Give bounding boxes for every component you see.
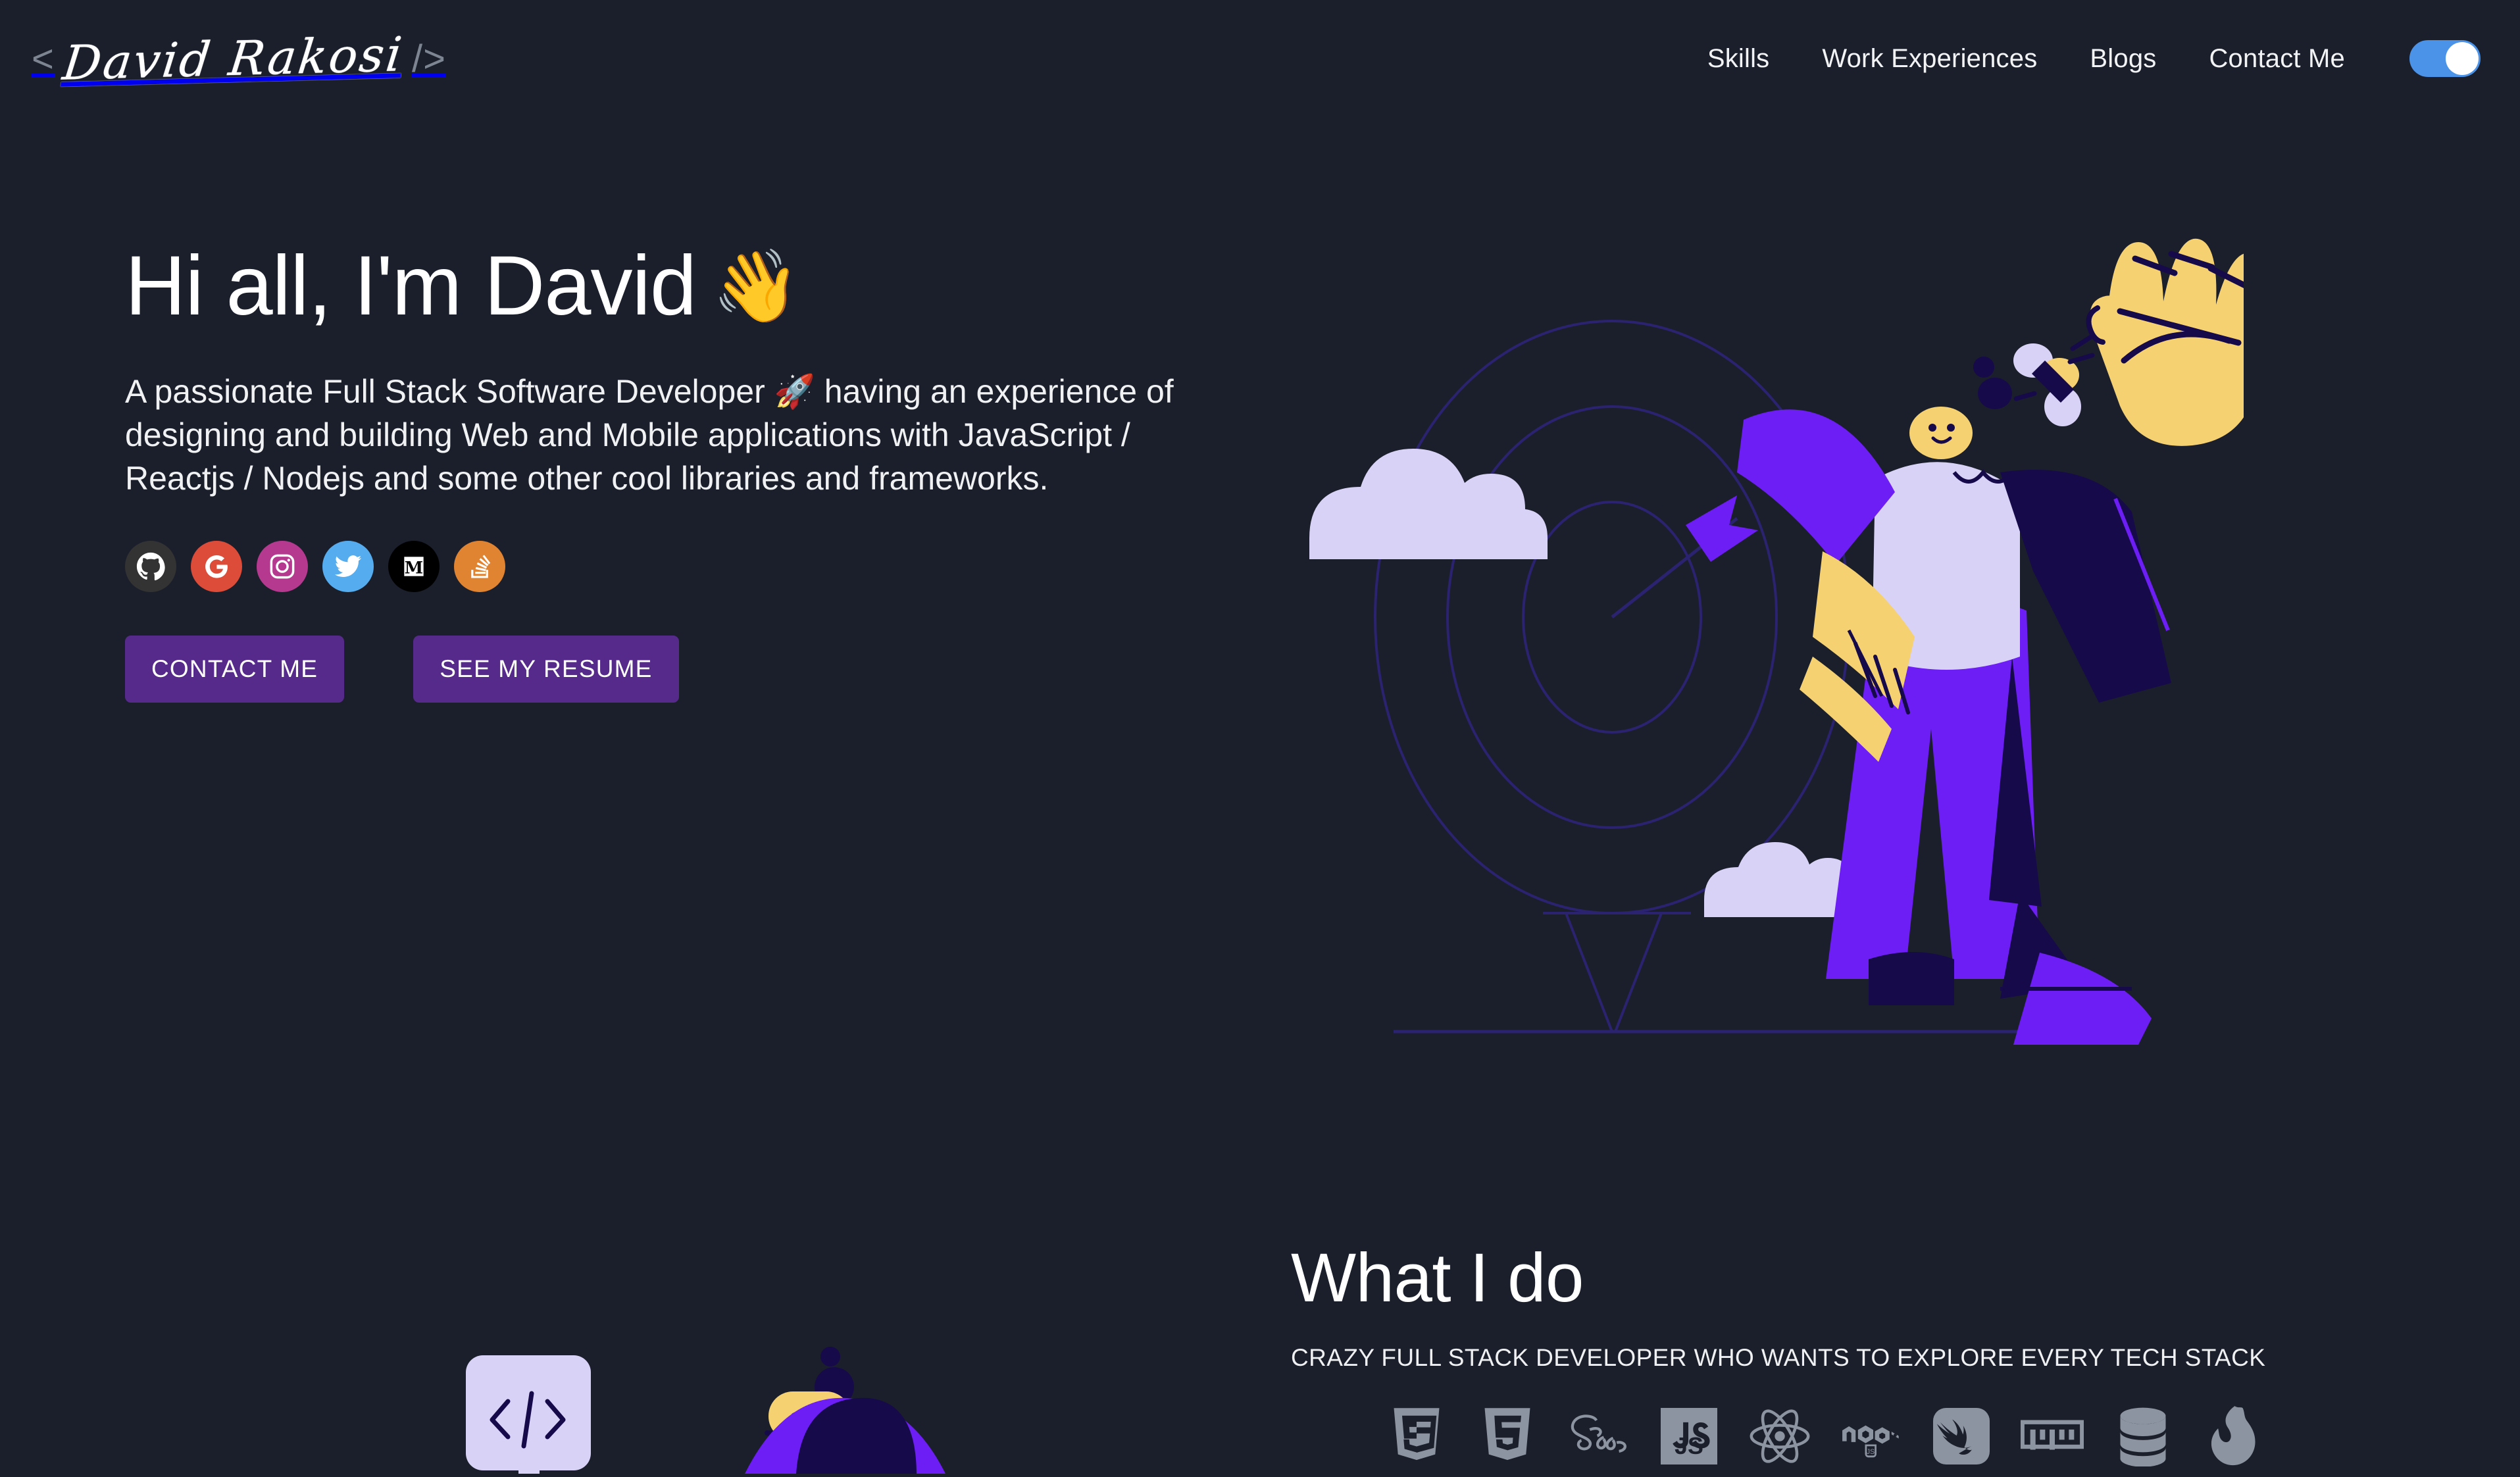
svg-text:M: M	[405, 559, 423, 578]
google-icon	[201, 551, 232, 582]
svg-text:JS: JS	[1867, 1448, 1875, 1456]
what-i-do-title: What I do	[1291, 1239, 1584, 1316]
database-icon	[2111, 1405, 2175, 1468]
waving-hand-icon: 👋	[712, 245, 800, 326]
html5-icon	[1385, 1405, 1448, 1468]
social-link-github[interactable]	[125, 541, 176, 593]
nav-item-skills[interactable]: Skills	[1681, 38, 1796, 80]
hero-cta-row: CONTACT ME SEE MY RESUME	[125, 636, 1283, 703]
javascript-icon: JS	[1657, 1405, 1721, 1468]
github-icon	[136, 552, 165, 581]
navbar-right-group: Skills Work Experiences Blogs Contact Me	[1681, 38, 2481, 80]
logo-open-bracket: <	[32, 37, 55, 80]
react-icon	[1748, 1405, 1811, 1468]
site-logo[interactable]: < David Rakosi />	[26, 26, 446, 90]
nav-item-work-experiences[interactable]: Work Experiences	[1796, 38, 2063, 80]
svg-text:JS: JS	[1675, 1433, 1703, 1459]
social-links-row: M	[125, 541, 1283, 593]
social-link-twitter[interactable]	[322, 541, 374, 593]
nav-link-contact-me[interactable]: Contact Me	[2182, 38, 2371, 80]
toggle-knob-icon	[2446, 42, 2479, 75]
theme-toggle-switch[interactable]	[2409, 40, 2481, 77]
medium-icon: M	[399, 552, 428, 581]
css3-icon	[1476, 1405, 1539, 1468]
logo-signature-text: David Rakosi	[60, 26, 407, 91]
hero-illustration	[1283, 196, 2266, 1051]
social-link-google[interactable]	[191, 541, 242, 593]
hero-title-text: Hi all, I'm David	[125, 239, 697, 333]
twitter-icon	[334, 552, 363, 581]
npm-icon	[2021, 1405, 2084, 1468]
nav-link-work-experiences[interactable]: Work Experiences	[1796, 38, 2063, 80]
nav-links-list: Skills Work Experiences Blogs Contact Me	[1681, 38, 2371, 80]
see-my-resume-button[interactable]: SEE MY RESUME	[413, 636, 679, 703]
main-navbar: < David Rakosi /> Skills Work Experience…	[0, 0, 2520, 117]
swift-icon	[1930, 1405, 1993, 1468]
nav-link-skills[interactable]: Skills	[1681, 38, 1796, 80]
hero-description: A passionate Full Stack Software Develop…	[125, 373, 1174, 497]
social-link-medium[interactable]: M	[388, 541, 440, 593]
social-link-stackoverflow[interactable]	[454, 541, 505, 593]
stackoverflow-icon	[466, 553, 493, 580]
contact-me-button[interactable]: CONTACT ME	[125, 636, 345, 703]
hero-title: Hi all, I'm David 👋	[125, 239, 1283, 333]
nav-link-blogs[interactable]: Blogs	[2063, 38, 2182, 80]
nodejs-icon: JS	[1839, 1405, 1902, 1468]
sass-icon	[1567, 1405, 1630, 1468]
what-i-do-illustration	[447, 1329, 1105, 1477]
nav-item-contact-me[interactable]: Contact Me	[2182, 38, 2371, 80]
nav-item-blogs[interactable]: Blogs	[2063, 38, 2182, 80]
tech-stack-icon-row: JS JS	[1385, 1405, 2265, 1468]
firebase-icon	[2202, 1405, 2265, 1468]
social-link-instagram[interactable]	[257, 541, 308, 593]
what-i-do-subtitle: CRAZY FULL STACK DEVELOPER WHO WANTS TO …	[1291, 1344, 2266, 1371]
logo-close-bracket: />	[411, 37, 446, 80]
hero-section: Hi all, I'm David 👋 A passionate Full St…	[0, 117, 2520, 1143]
hero-text-column: Hi all, I'm David 👋 A passionate Full St…	[125, 239, 1283, 703]
what-i-do-text-block: What I do CRAZY FULL STACK DEVELOPER WHO…	[1291, 1243, 2265, 1372]
instagram-icon	[268, 553, 296, 580]
